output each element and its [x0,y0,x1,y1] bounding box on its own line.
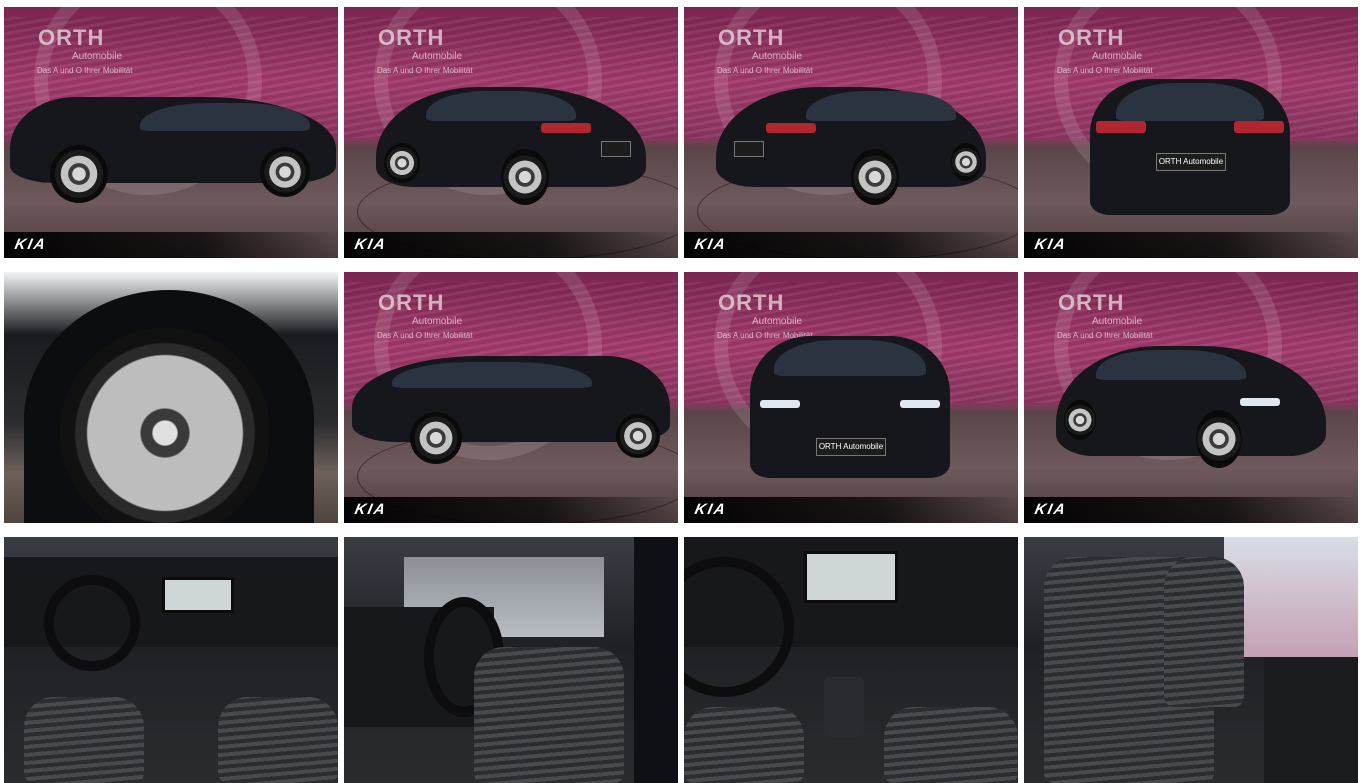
photo-tile-rear-three-quarter-left[interactable]: ORTH Automobile Das A und O Ihrer Mobili… [344,7,678,258]
car-rear-quarter-view [716,77,986,207]
photo-tile-front[interactable]: ORTH Automobile Das A und O Ihrer Mobili… [684,272,1018,523]
door-panel [1264,657,1358,783]
dealer-watermark: ORTH Automobile Das A und O Ihrer Mobili… [377,290,473,340]
kia-logo: KIA [693,501,729,518]
steering-wheel [44,575,140,671]
alloy-wheel [60,328,270,523]
photo-tile-side-left[interactable]: ORTH Automobile Das A und O Ihrer Mobili… [4,7,338,258]
driver-seat [474,647,624,783]
passenger-seat [884,707,1018,783]
kia-logo: KIA [1033,501,1069,518]
driver-seat [684,707,804,783]
photo-tile-wheel-closeup[interactable] [4,272,338,523]
passenger-seat [218,697,338,783]
dealer-watermark: ORTH Automobile Das A und O Ihrer Mobili… [1057,290,1153,340]
photo-tile-interior-dashboard[interactable] [4,537,338,783]
dealer-watermark: ORTH Automobile Das A und O Ihrer Mobili… [37,25,133,75]
photo-tile-rear[interactable]: ORTH Automobile Das A und O Ihrer Mobili… [1024,7,1358,258]
car-side-view [10,85,336,205]
kia-logo: KIA [353,501,389,518]
car-front-quarter-view [1056,338,1326,474]
driver-seat [24,697,144,783]
car-side-view [352,350,670,466]
logo-bar: KIA [684,497,1018,523]
car-front-view: ORTH Automobile [750,330,950,480]
photo-tile-rear-three-quarter-right[interactable]: ORTH Automobile Das A und O Ihrer Mobili… [684,7,1018,258]
logo-bar: KIA [4,232,338,258]
kia-logo: KIA [353,236,389,253]
dealer-watermark: ORTH Automobile Das A und O Ihrer Mobili… [377,25,473,75]
logo-bar: KIA [344,232,678,258]
car-rear-view: ORTH Automobile [1090,71,1290,217]
dealer-watermark: ORTH Automobile Das A und O Ihrer Mobili… [1057,25,1153,75]
infotainment-screen [162,577,234,613]
photo-tile-front-three-quarter-right[interactable]: ORTH Automobile Das A und O Ihrer Mobili… [1024,272,1358,523]
photo-tile-side-right[interactable]: ORTH Automobile Das A und O Ihrer Mobili… [344,272,678,523]
logo-bar: KIA [684,232,1018,258]
photo-tile-interior-driver-door[interactable] [344,537,678,783]
door-frame [634,537,678,783]
kia-logo: KIA [1033,236,1069,253]
photo-tile-interior-passenger-seat[interactable] [1024,537,1358,783]
photo-gallery: ORTH Automobile Das A und O Ihrer Mobili… [0,0,1363,783]
photo-tile-interior-center-console[interactable] [684,537,1018,783]
logo-bar: KIA [344,497,678,523]
logo-bar: KIA [1024,497,1358,523]
dealer-watermark: ORTH Automobile Das A und O Ihrer Mobili… [717,25,813,75]
kia-logo: KIA [693,236,729,253]
car-rear-quarter-view [376,77,646,207]
dealer-watermark: ORTH Automobile Das A und O Ihrer Mobili… [717,290,813,340]
logo-bar: KIA [1024,232,1358,258]
kia-logo: KIA [13,236,49,253]
driver-seat [1164,557,1244,707]
license-plate: ORTH Automobile [1156,153,1226,171]
side-window [1224,537,1358,657]
infotainment-screen [804,551,898,603]
license-plate: ORTH Automobile [816,438,886,456]
gear-selector [824,677,864,737]
